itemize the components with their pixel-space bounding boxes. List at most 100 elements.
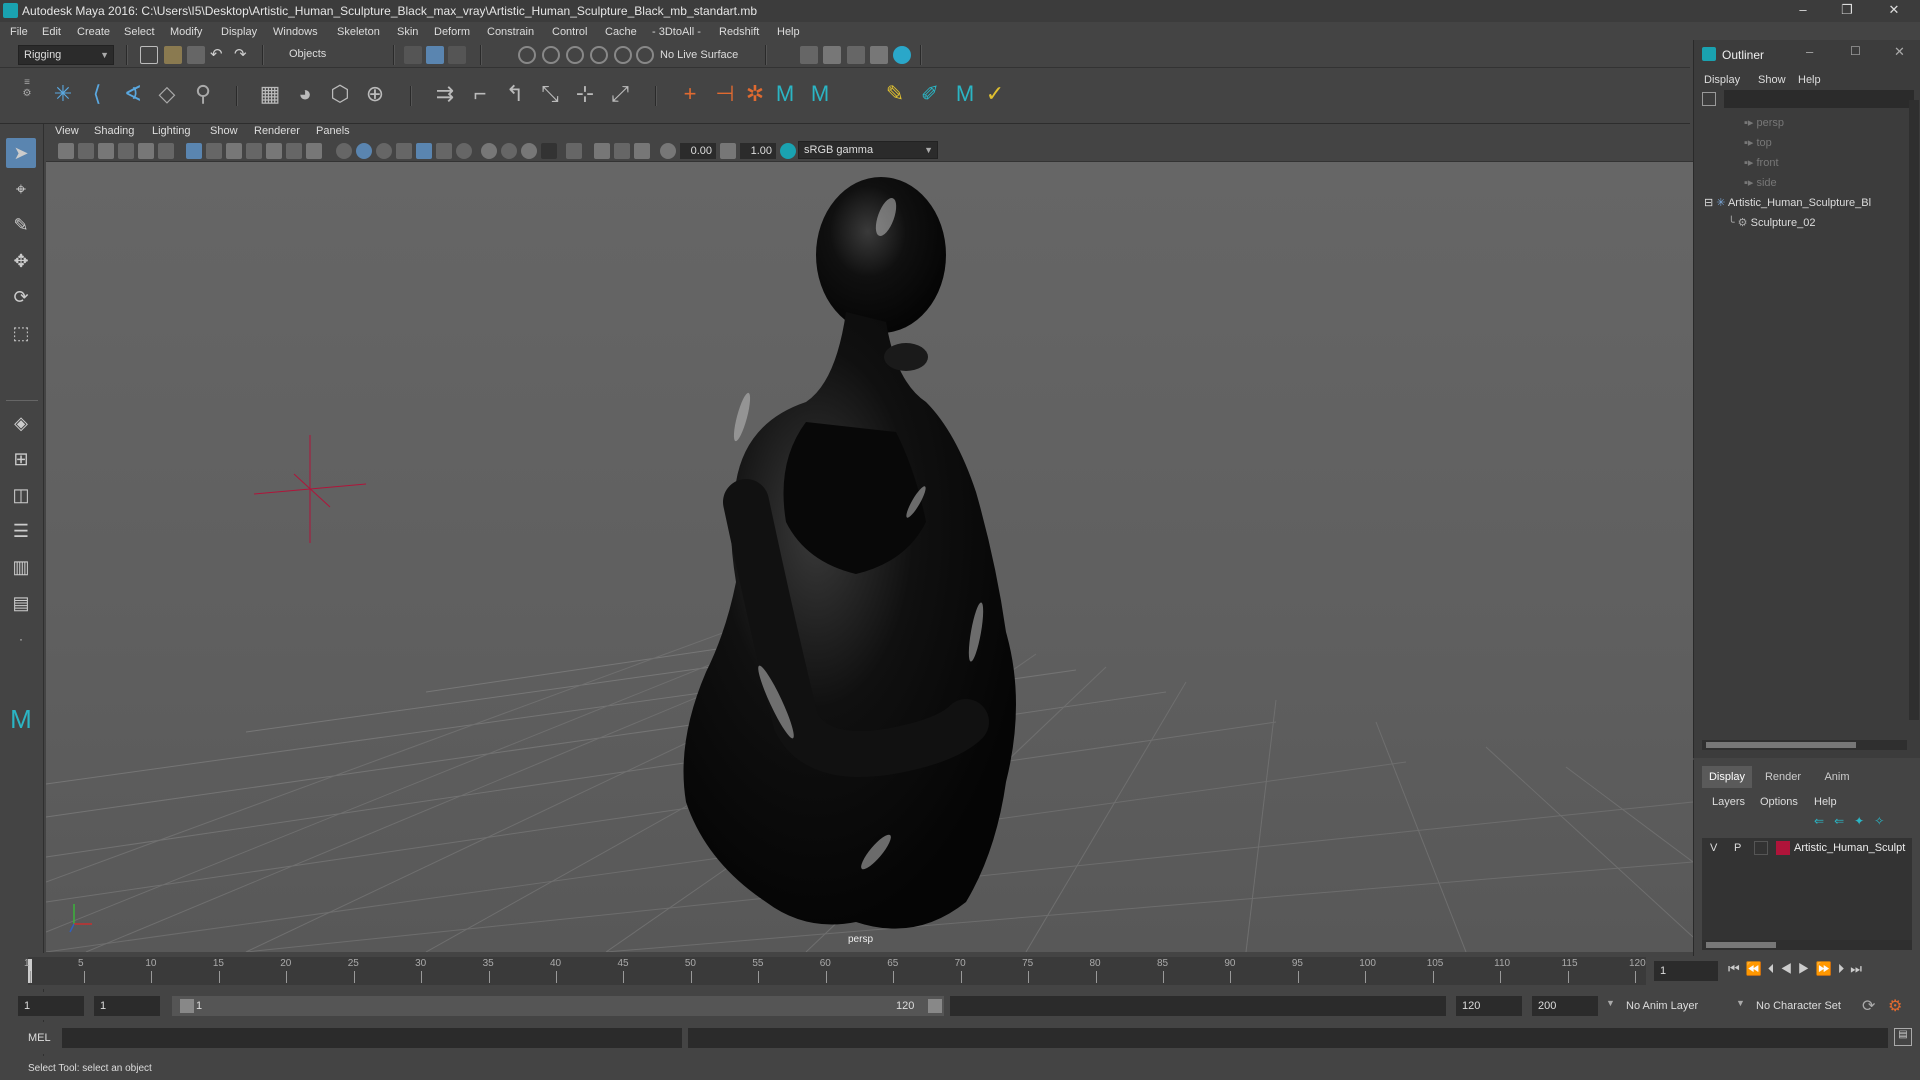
resolution-gate-icon[interactable]	[226, 143, 242, 159]
menu-skeleton[interactable]: Skeleton	[337, 26, 380, 38]
ik-handle-icon[interactable]: ⟨	[82, 79, 112, 109]
script-editor-icon[interactable]: ▤	[1894, 1028, 1912, 1046]
playback-end-field[interactable]: 120	[1456, 996, 1522, 1016]
layers-menu-options[interactable]: Options	[1760, 796, 1798, 808]
scroll-thumb[interactable]	[1706, 742, 1856, 748]
layer-visibility-toggle[interactable]: V	[1710, 842, 1717, 854]
play-forward-icon[interactable]: ▶	[1798, 961, 1816, 976]
gate-mask-icon[interactable]	[246, 143, 262, 159]
snap-view-plane-icon[interactable]	[590, 46, 608, 64]
snap-grid-icon[interactable]	[518, 46, 536, 64]
menu-control[interactable]: Control	[552, 26, 587, 38]
panel-menu-shading[interactable]: Shading	[94, 125, 134, 137]
panel-menu-view[interactable]: View	[55, 125, 79, 137]
ik-spline-icon[interactable]: ∢	[118, 79, 148, 109]
maya-logo-icon[interactable]: M	[950, 79, 980, 109]
layers-menu-layers[interactable]: Layers	[1712, 796, 1745, 808]
parent-icon[interactable]: ⇉	[430, 79, 460, 109]
hypershade-icon[interactable]	[893, 46, 911, 64]
move-layer-up-icon[interactable]: ⇐	[1814, 814, 1834, 828]
snap-curve-icon[interactable]	[542, 46, 560, 64]
outliner-item-top[interactable]: ▪▸ top	[1744, 136, 1772, 152]
menu-skin[interactable]: Skin	[397, 26, 418, 38]
tab-render[interactable]: Render	[1756, 766, 1810, 788]
panel-menu-panels[interactable]: Panels	[316, 125, 350, 137]
panel-menu-lighting[interactable]: Lighting	[152, 125, 191, 137]
layer-color-swatch[interactable]	[1776, 841, 1790, 855]
xray-components-icon[interactable]	[614, 143, 630, 159]
color-management-icon[interactable]	[780, 143, 796, 159]
transform-locator[interactable]	[253, 435, 367, 543]
outliner-menu-display[interactable]: Display	[1704, 74, 1740, 86]
wireframe-on-shaded-icon[interactable]	[376, 143, 392, 159]
safe-action-icon[interactable]	[286, 143, 302, 159]
gamma-field[interactable]: 1.00	[740, 143, 776, 159]
menu-set-dropdown[interactable]: Rigging ▼	[18, 45, 114, 65]
grid-toggle-icon[interactable]	[186, 143, 202, 159]
step-back-key-icon[interactable]: ⏪	[1746, 961, 1768, 976]
outliner-menu-show[interactable]: Show	[1758, 74, 1786, 86]
paint-weights-icon[interactable]: ✎	[880, 79, 910, 109]
bind-skin-icon[interactable]: ▦	[255, 79, 285, 109]
maximize-button[interactable]: ☐	[1850, 44, 1861, 58]
restore-button[interactable]: ❐	[1825, 0, 1869, 22]
redo-icon[interactable]: ↷	[234, 45, 247, 63]
layer-name[interactable]: Artistic_Human_Sculpt	[1794, 842, 1905, 854]
time-slider[interactable]: 1 5 10 15 20 25 30 35 40 45 50 55 60 65 70 75 80 85 90 95 10…	[0, 953, 1862, 989]
tab-display[interactable]: Display	[1702, 766, 1752, 788]
menu-edit[interactable]: Edit	[42, 26, 61, 38]
anim-layer-dropdown[interactable]: No Anim Layer	[1626, 1000, 1698, 1012]
save-scene-icon[interactable]	[187, 46, 205, 64]
exposure-field[interactable]: 0.00	[680, 143, 716, 159]
camera-attributes-icon[interactable]	[78, 143, 94, 159]
persp-outliner-layout-icon[interactable]: ▥	[6, 552, 36, 582]
bookmark-icon[interactable]	[98, 143, 114, 159]
menu-cache[interactable]: Cache	[605, 26, 637, 38]
wireframe-icon[interactable]	[336, 143, 352, 159]
aim-constraint-icon[interactable]: ⊹	[570, 79, 600, 109]
isolate-view-icon[interactable]	[634, 143, 650, 159]
locator-icon[interactable]: +	[675, 79, 705, 109]
shelf-menu-icon[interactable]: ≡ ⚙	[20, 77, 34, 113]
lattice-icon[interactable]: ⬡	[325, 79, 355, 109]
go-to-end-icon[interactable]: ⏭	[1850, 961, 1868, 976]
view-transform-dropdown[interactable]: sRGB gamma ▼	[798, 141, 938, 159]
menu-create[interactable]: Create	[77, 26, 110, 38]
scale-tool-icon[interactable]: ⬚	[6, 318, 36, 348]
isolate-select-icon[interactable]	[541, 143, 557, 159]
render-view-icon[interactable]	[870, 46, 888, 64]
chevron-down-icon[interactable]: ▼	[1736, 998, 1745, 1008]
scale-constraint-icon[interactable]: ⤡	[535, 79, 565, 109]
outliner-item-mesh[interactable]: ╰ ⚙ Sculpture_02	[1728, 216, 1815, 232]
select-tool-icon[interactable]: ➤	[6, 138, 36, 168]
outliner-menu-help[interactable]: Help	[1798, 74, 1821, 86]
gamma-icon[interactable]	[720, 143, 736, 159]
pole-vector-icon[interactable]: ⤢	[605, 79, 635, 109]
sculpt-deformer-icon[interactable]: ✲	[740, 79, 770, 109]
snap-vertex-icon[interactable]	[636, 46, 654, 64]
field-chart-icon[interactable]	[266, 143, 282, 159]
step-forward-key-icon[interactable]: ⏩	[1816, 961, 1838, 976]
layer-row[interactable]: V P Artistic_Human_Sculpt	[1702, 838, 1912, 858]
perspective-viewport[interactable]: persp	[46, 162, 1693, 952]
script-language-toggle[interactable]: MEL	[28, 1032, 51, 1044]
undo-icon[interactable]: ↶	[210, 45, 223, 63]
grease-pencil-icon[interactable]	[158, 143, 174, 159]
layers-horizontal-scrollbar[interactable]	[1702, 940, 1912, 950]
more-layouts-icon[interactable]: ·	[6, 624, 36, 654]
layers-menu-help[interactable]: Help	[1814, 796, 1837, 808]
shadows-icon[interactable]	[436, 143, 452, 159]
outliner-vertical-scrollbar[interactable]	[1909, 100, 1919, 720]
move-tool-icon[interactable]: ✥	[6, 246, 36, 276]
render-frame-icon[interactable]	[823, 46, 841, 64]
range-end-handle[interactable]	[928, 999, 942, 1013]
new-layer-icon[interactable]: ✦	[1854, 814, 1874, 828]
minimize-button[interactable]: –	[1806, 44, 1813, 59]
selection-mode-dropdown[interactable]: Objects	[284, 45, 384, 65]
joint-tool-icon[interactable]: ✳	[48, 79, 78, 109]
cluster-icon[interactable]: ⊕	[360, 79, 390, 109]
new-scene-icon[interactable]	[140, 46, 158, 64]
go-to-start-icon[interactable]: ⏮	[1728, 961, 1746, 976]
command-input[interactable]	[62, 1028, 682, 1048]
panel-menu-renderer[interactable]: Renderer	[254, 125, 300, 137]
